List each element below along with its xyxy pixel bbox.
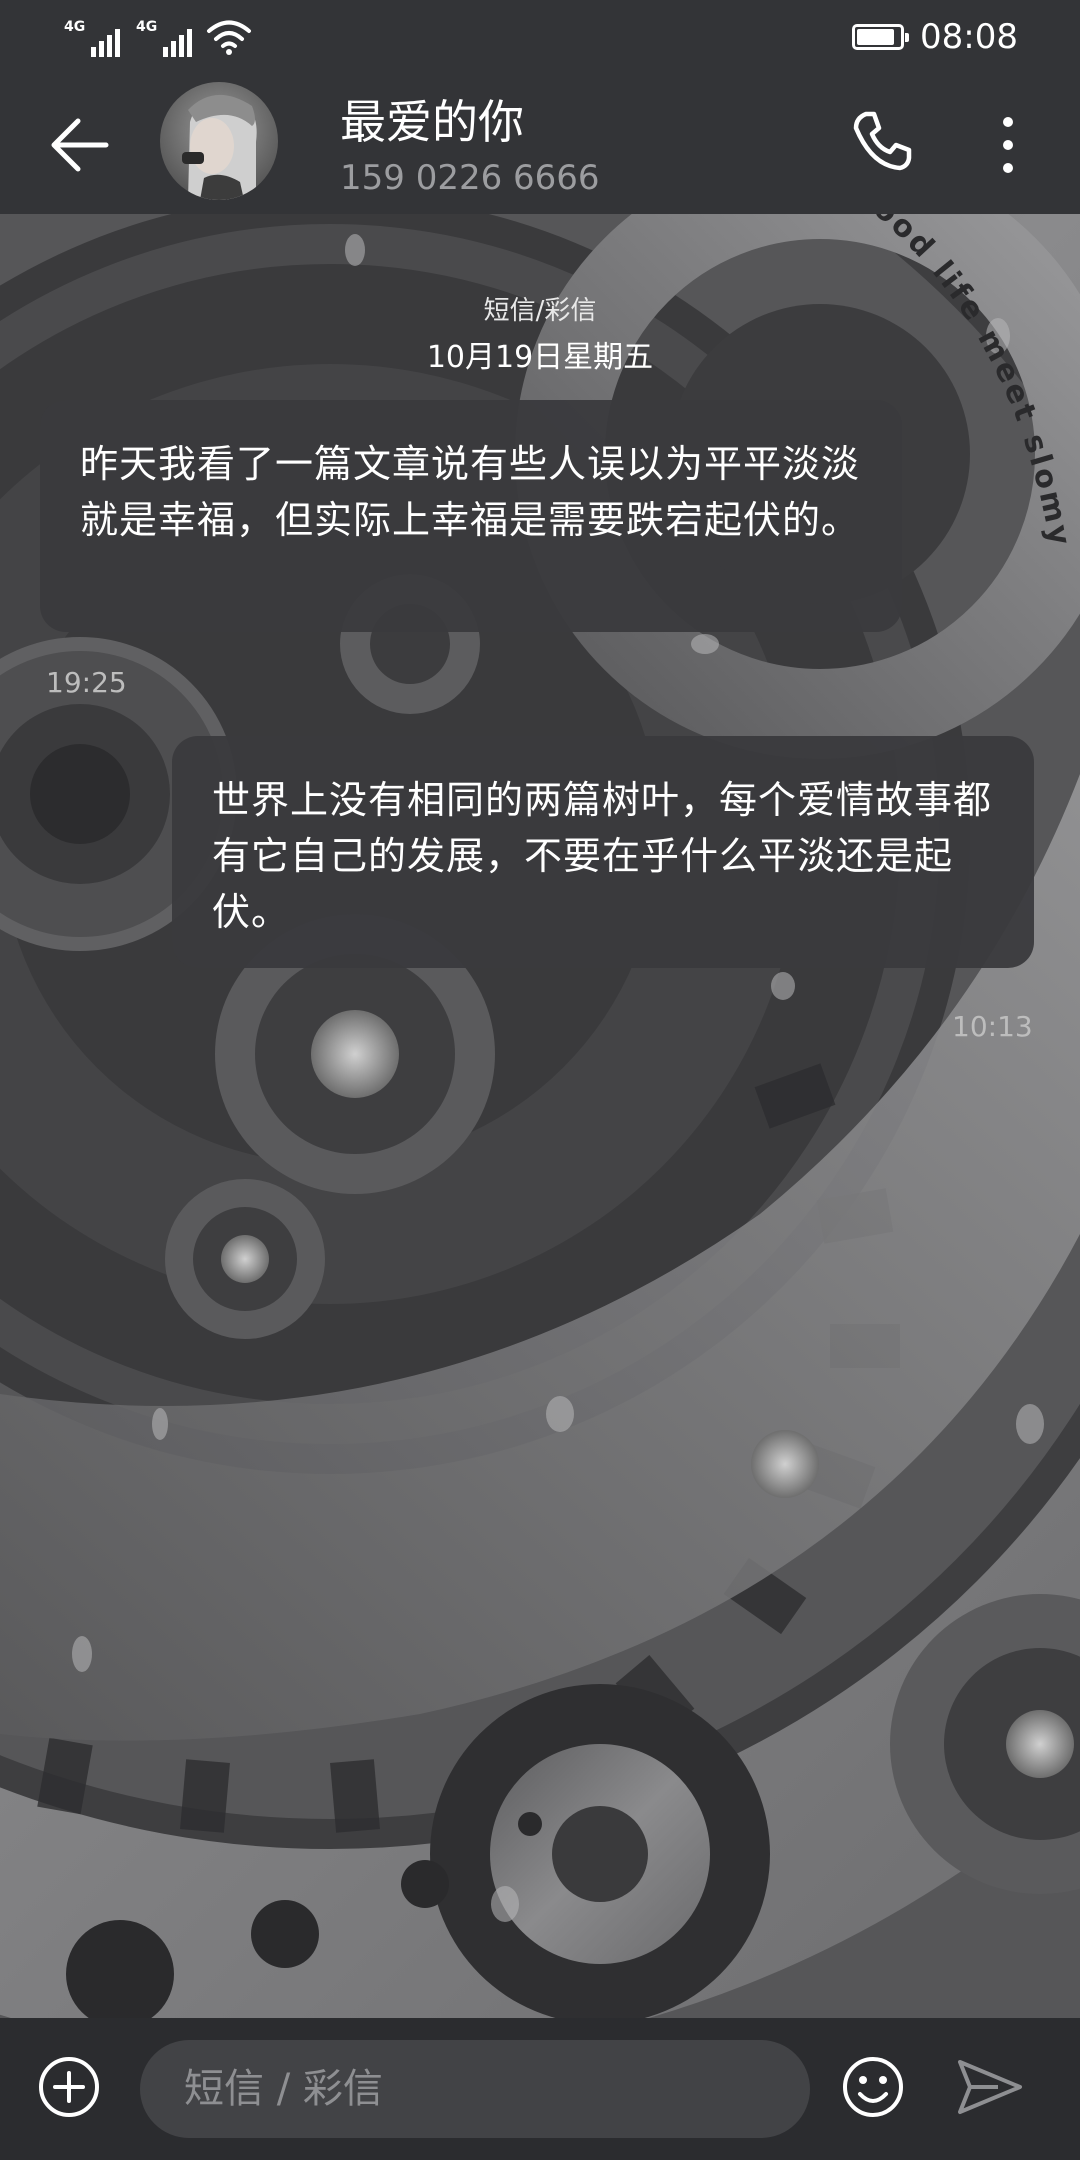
message-input[interactable] xyxy=(140,2040,810,2138)
status-time: 08:08 xyxy=(920,17,1018,57)
date-label: 10月19日星期五 xyxy=(426,340,654,375)
message-bubble-incoming[interactable]: 昨天我看了一篇文章说有些人误以为平平淡淡就是幸福，但实际上幸福是需要跌宕起伏的。 xyxy=(40,400,902,632)
battery-icon xyxy=(852,24,910,50)
top-bar: 4G 4G 08:08 最爱的你 159 0226 6666 xyxy=(0,0,1080,214)
conversation-area[interactable]: Good life meet slomy 短信/彩信 10月19日星期五 昨天我… xyxy=(0,214,1080,2018)
status-bar-left: 4G 4G xyxy=(62,14,252,60)
send-icon[interactable] xyxy=(954,2054,1026,2120)
back-arrow-icon[interactable] xyxy=(40,110,120,180)
signal-icon: 4G xyxy=(62,17,120,57)
network-type-label: 4G xyxy=(136,19,158,35)
message-timestamp: 19:25 xyxy=(46,666,127,699)
channel-label: 短信/彩信 xyxy=(483,296,597,326)
signal-icon: 4G xyxy=(134,17,192,57)
avatar[interactable] xyxy=(160,82,278,200)
message-composer xyxy=(0,2018,1080,2160)
add-circle-icon[interactable] xyxy=(34,2052,104,2122)
battery-level xyxy=(857,29,895,45)
contact-phone-number: 159 0226 6666 xyxy=(340,158,600,198)
status-bar-right: 08:08 xyxy=(852,14,1018,60)
message-bubble-outgoing[interactable]: 世界上没有相同的两篇树叶，每个爱情故事都有它自己的发展，不要在乎什么平淡还是起伏… xyxy=(172,736,1034,968)
emoji-icon[interactable] xyxy=(838,2052,908,2122)
wifi-icon xyxy=(207,20,251,55)
contact-name: 最爱的你 xyxy=(340,95,524,149)
phone-icon[interactable] xyxy=(846,106,916,176)
more-vertical-icon[interactable] xyxy=(986,110,1030,180)
avatar-photo xyxy=(160,82,278,200)
network-type-label: 4G xyxy=(64,19,86,35)
message-timestamp: 10:13 xyxy=(952,1010,1033,1043)
